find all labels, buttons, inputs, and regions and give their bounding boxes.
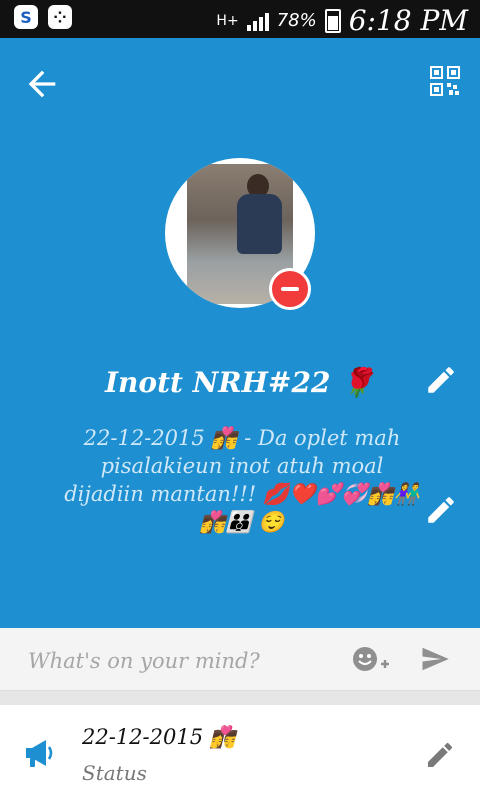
- app-s-icon: S: [14, 5, 38, 29]
- status-bar: S ⁘ H+ 78% 6:18 PM: [0, 0, 480, 38]
- whats-on-your-mind-input[interactable]: [26, 646, 330, 676]
- compose-bar: [0, 628, 480, 691]
- back-arrow-icon[interactable]: [22, 64, 62, 104]
- divider: [0, 691, 480, 705]
- send-icon[interactable]: [417, 644, 453, 674]
- bbm-icon: ⁘: [48, 5, 72, 29]
- status-card[interactable]: 22-12-2015 👩‍❤️‍💋‍👨 Status: [0, 705, 480, 800]
- edit-name-pencil-icon[interactable]: [424, 363, 458, 397]
- edit-status-pencil-icon[interactable]: [424, 493, 458, 527]
- battery-percent: 78%: [276, 10, 317, 31]
- edit-status-card-pencil-icon[interactable]: [424, 739, 456, 771]
- clock: 6:18 PM: [348, 4, 468, 37]
- network-type: H+: [216, 12, 239, 29]
- status-date: 22-12-2015 👩‍❤️‍💋‍👨: [82, 725, 236, 749]
- add-emoji-icon[interactable]: [350, 644, 392, 674]
- qr-code-icon[interactable]: [430, 66, 460, 96]
- profile-name: Inott NRH#22 🌹: [104, 366, 376, 399]
- battery-icon: [324, 8, 341, 33]
- remove-avatar-button[interactable]: [269, 268, 311, 310]
- profile-status-message: 22-12-2015 👩‍❤️‍💋‍👨 - Da oplet mah pisal…: [64, 426, 420, 534]
- notification-icons: S ⁘: [14, 5, 72, 29]
- signal-icon: [246, 11, 269, 31]
- profile-header: Inott NRH#22 🌹 22-12-2015 👩‍❤️‍💋‍👨 - Da …: [0, 38, 480, 628]
- status-label: Status: [82, 761, 147, 785]
- status-indicators: H+ 78% 6:18 PM: [216, 4, 468, 37]
- megaphone-icon: [26, 740, 53, 767]
